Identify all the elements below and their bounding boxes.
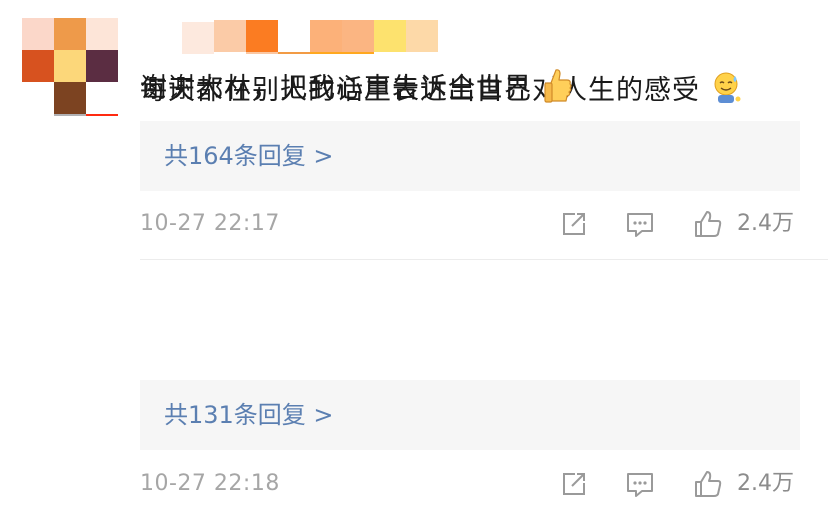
comment-text: 谢谢大林，把我心声告诉全世界 [140,73,532,104]
avatar-pixel [22,18,54,50]
share-icon [563,473,585,495]
username-pixel [406,20,438,52]
avatar-pixel [54,82,86,114]
avatar-pixel [54,50,86,82]
avatar-pixel [86,82,118,114]
comment-meta: 10-27 22:18 2.4万 [140,464,828,504]
thumbs-up-icon [695,471,722,497]
like-button[interactable] [692,468,724,500]
username[interactable] [214,20,438,52]
username-pixel [278,20,310,52]
share-button[interactable] [558,468,590,500]
view-replies-link[interactable]: 共131条回复 > [164,380,334,450]
comment-text-row: 谢谢大林，把我心声告诉全世界 [140,66,574,112]
thumbs-up-emoji [542,67,574,112]
avatar-pixel [54,18,86,50]
comment-icon [627,473,653,497]
avatar-pixel [22,82,54,114]
avatar-pixel [22,50,54,82]
username-pixel [310,20,342,52]
avatar-pixel [86,18,118,50]
comment-item: 谢谢大林，把我心声告诉全世界 共131条回复 > 10-27 22:18 2.4… [0,0,828,522]
reply-box[interactable]: 共131条回复 > [140,380,800,450]
like-count: 2.4万 [737,471,794,496]
avatar-pixel [86,50,118,82]
avatar[interactable] [22,18,118,114]
username-pixel [374,20,406,52]
comment-button[interactable] [624,468,656,500]
username-pixel [214,20,246,52]
username-pixel [246,20,278,52]
username-pixel [342,20,374,52]
timestamp: 10-27 22:18 [140,471,280,496]
